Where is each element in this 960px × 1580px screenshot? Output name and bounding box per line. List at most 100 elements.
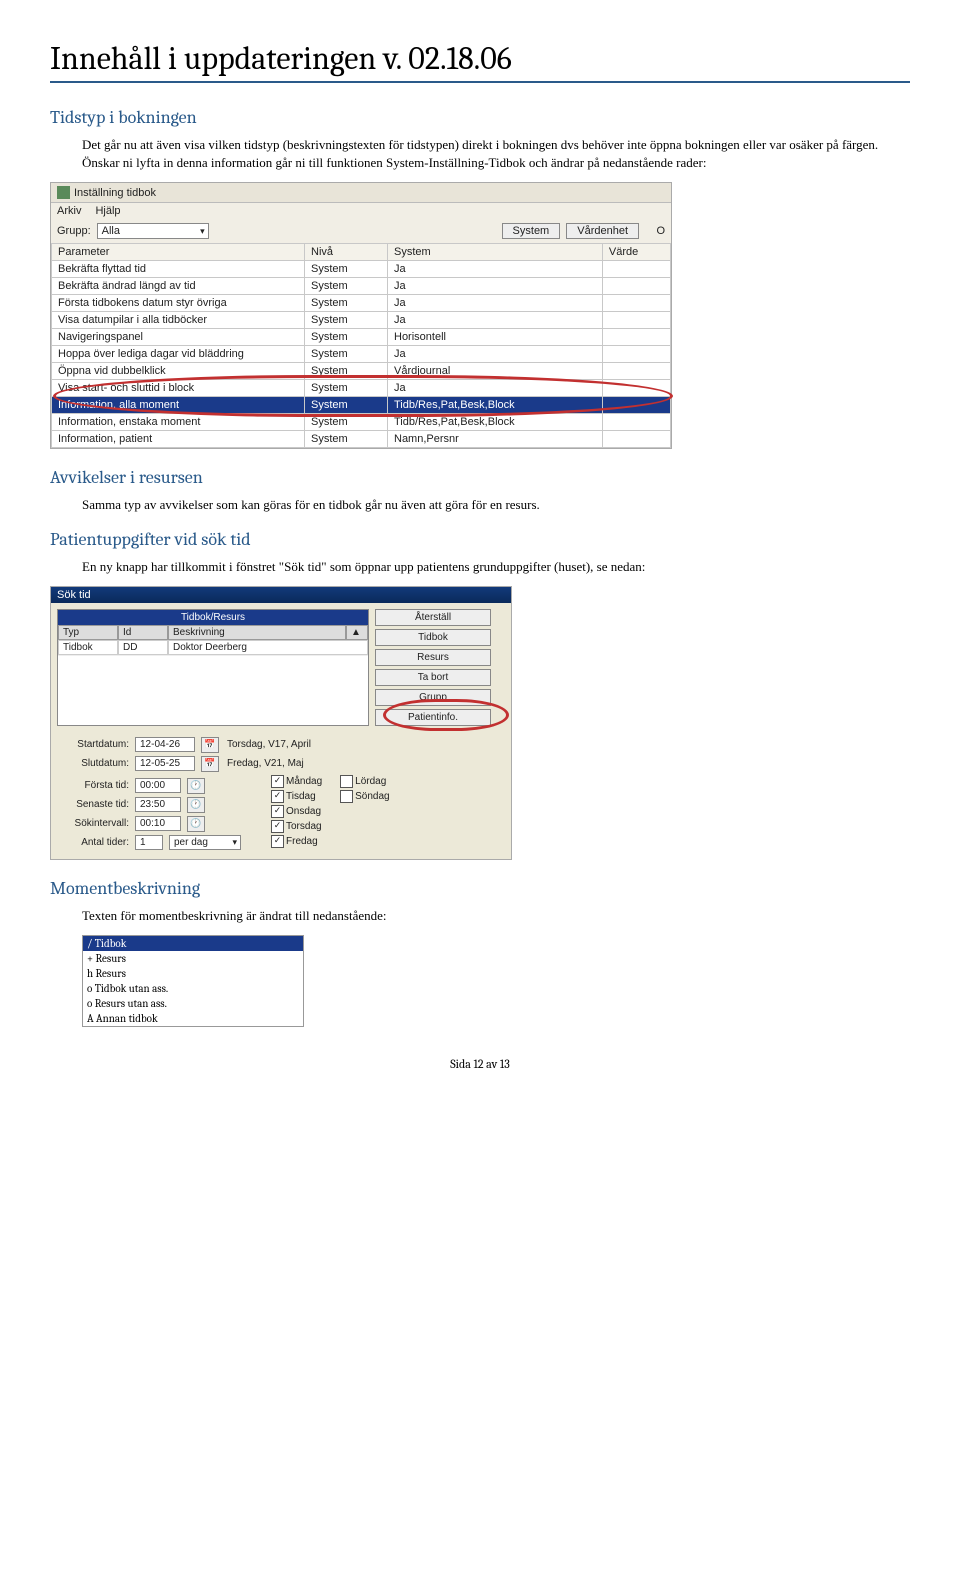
side-button-terstll[interactable]: Återställ	[375, 609, 491, 626]
checkbox-icon[interactable]	[340, 775, 353, 788]
cell: Information, enstaka moment	[52, 414, 305, 431]
checkbox-icon[interactable]	[340, 790, 353, 803]
grupp-dropdown[interactable]: Alla	[97, 223, 209, 239]
day-checkbox-måndag[interactable]: ✓Måndag	[271, 775, 322, 788]
list-item[interactable]: + Resurs	[83, 951, 303, 966]
row-besk[interactable]: Doktor Deerberg	[168, 640, 368, 655]
vardenhet-button[interactable]: Vårdenhet	[566, 223, 639, 239]
table-row[interactable]: Visa start- och sluttid i blockSystemJa	[52, 380, 671, 397]
col-scroll-up[interactable]: ▲	[346, 625, 368, 640]
app-icon	[57, 186, 70, 199]
day-checkbox-onsdag[interactable]: ✓Onsdag	[271, 805, 322, 818]
table-row[interactable]: NavigeringspanelSystemHorisontell	[52, 329, 671, 346]
list-item[interactable]: h Resurs	[83, 966, 303, 981]
table-row[interactable]: Hoppa över lediga dagar vid bläddringSys…	[52, 346, 671, 363]
table-row[interactable]: Bekräfta flyttad tidSystemJa	[52, 261, 671, 278]
screenshot-installning-tidbok: Inställning tidbok Arkiv Hjälp Grupp: Al…	[50, 182, 672, 449]
cell: Tidb/Res,Pat,Besk,Block	[388, 414, 603, 431]
toolbar: Grupp: Alla System Vårdenhet O	[51, 219, 671, 243]
clock-icon[interactable]: 🕐	[187, 816, 205, 832]
section-patientuppgifter-heading: Patientuppgifter vid sök tid	[50, 529, 910, 550]
sokintervall-input[interactable]: 00:10	[135, 816, 181, 831]
table-row[interactable]: Visa datumpilar i alla tidböckerSystemJa	[52, 312, 671, 329]
senaste-tid-input[interactable]: 23:50	[135, 797, 181, 812]
screenshot-sok-tid: Sök tid Tidbok/Resurs Typ Id Beskrivning…	[50, 586, 512, 860]
cell: Visa datumpilar i alla tidböcker	[52, 312, 305, 329]
cell: Information, alla moment	[52, 397, 305, 414]
cell: System	[305, 431, 388, 448]
col-värde[interactable]: Värde	[602, 244, 670, 261]
slutdatum-label: Slutdatum:	[57, 758, 129, 769]
list-item[interactable]: A Annan tidbok	[83, 1011, 303, 1026]
list-item[interactable]: o Tidbok utan ass.	[83, 981, 303, 996]
cell: Navigeringspanel	[52, 329, 305, 346]
checkbox-icon[interactable]: ✓	[271, 775, 284, 788]
forsta-tid-input[interactable]: 00:00	[135, 778, 181, 793]
section-avvikelser-heading: Avvikelser i resursen	[50, 467, 910, 488]
day-checkbox-torsdag[interactable]: ✓Torsdag	[271, 820, 322, 833]
col-beskrivning[interactable]: Beskrivning	[168, 625, 346, 640]
checkbox-icon[interactable]: ✓	[271, 790, 284, 803]
cell: Horisontell	[388, 329, 603, 346]
menubar: Arkiv Hjälp	[51, 203, 671, 219]
list-item[interactable]: o Resurs utan ass.	[83, 996, 303, 1011]
section-tidstyp-body: Det går nu att även visa vilken tidstyp …	[82, 136, 910, 172]
day-checkbox-tisdag[interactable]: ✓Tisdag	[271, 790, 322, 803]
table-row[interactable]: Information, patientSystemNamn,Persnr	[52, 431, 671, 448]
system-button[interactable]: System	[502, 223, 561, 239]
col-id[interactable]: Id	[118, 625, 168, 640]
table-row[interactable]: Första tidbokens datum styr övrigaSystem…	[52, 295, 671, 312]
col-nivå[interactable]: Nivå	[305, 244, 388, 261]
side-button-patientinfo[interactable]: Patientinfo.	[375, 709, 491, 726]
section-patientuppgifter-body: En ny knapp har tillkommit i fönstret "S…	[82, 558, 910, 576]
cell: Namn,Persnr	[388, 431, 603, 448]
calendar-icon[interactable]: 📅	[201, 737, 219, 753]
startdatum-input[interactable]: 12-04-26	[135, 737, 195, 752]
side-button-tidbok[interactable]: Tidbok	[375, 629, 491, 646]
table-row[interactable]: Information, enstaka momentSystemTidb/Re…	[52, 414, 671, 431]
list-header: Tidbok/Resurs	[58, 610, 368, 625]
cell: System	[305, 414, 388, 431]
col-system[interactable]: System	[388, 244, 603, 261]
list-item[interactable]: / Tidbok	[83, 936, 303, 951]
cell	[602, 329, 670, 346]
cell	[602, 431, 670, 448]
day-label: Fredag	[286, 836, 318, 847]
day-checkbox-söndag[interactable]: Söndag	[340, 790, 389, 803]
table-row[interactable]: Bekräfta ändrad längd av tidSystemJa	[52, 278, 671, 295]
cell: System	[305, 312, 388, 329]
cell: System	[305, 363, 388, 380]
table-row[interactable]: Information, alla momentSystemTidb/Res,P…	[52, 397, 671, 414]
side-button-tabort[interactable]: Ta bort	[375, 669, 491, 686]
sokintervall-label: Sökintervall:	[57, 818, 129, 829]
side-button-grupp[interactable]: Grupp	[375, 689, 491, 706]
antal-tider-input[interactable]: 1	[135, 835, 163, 850]
cell	[602, 346, 670, 363]
day-checkbox-lördag[interactable]: Lördag	[340, 775, 389, 788]
calendar-icon[interactable]: 📅	[201, 756, 219, 772]
cell: Ja	[388, 261, 603, 278]
clock-icon[interactable]: 🕐	[187, 797, 205, 813]
cell	[602, 295, 670, 312]
col-parameter[interactable]: Parameter	[52, 244, 305, 261]
window-titlebar: Inställning tidbok	[51, 183, 671, 203]
checkbox-icon[interactable]: ✓	[271, 835, 284, 848]
menu-hjalp[interactable]: Hjälp	[95, 205, 120, 217]
tidbok-resurs-list: Tidbok/Resurs Typ Id Beskrivning ▲ Tidbo…	[57, 609, 369, 726]
clock-icon[interactable]: 🕐	[187, 778, 205, 794]
row-typ[interactable]: Tidbok	[58, 640, 118, 655]
menu-arkiv[interactable]: Arkiv	[57, 205, 81, 217]
page-footer: Sida 12 av 13	[50, 1057, 910, 1071]
startdatum-day: Torsdag, V17, April	[225, 739, 313, 750]
cell: Öppna vid dubbelklick	[52, 363, 305, 380]
slutdatum-input[interactable]: 12-05-25	[135, 756, 195, 771]
checkbox-icon[interactable]: ✓	[271, 820, 284, 833]
row-id[interactable]: DD	[118, 640, 168, 655]
table-row[interactable]: Öppna vid dubbelklickSystemVårdjournal	[52, 363, 671, 380]
side-button-resurs[interactable]: Resurs	[375, 649, 491, 666]
checkbox-icon[interactable]: ✓	[271, 805, 284, 818]
antal-unit-dropdown[interactable]: per dag	[169, 835, 241, 850]
day-checkbox-fredag[interactable]: ✓Fredag	[271, 835, 322, 848]
col-typ[interactable]: Typ	[58, 625, 118, 640]
cell: System	[305, 261, 388, 278]
